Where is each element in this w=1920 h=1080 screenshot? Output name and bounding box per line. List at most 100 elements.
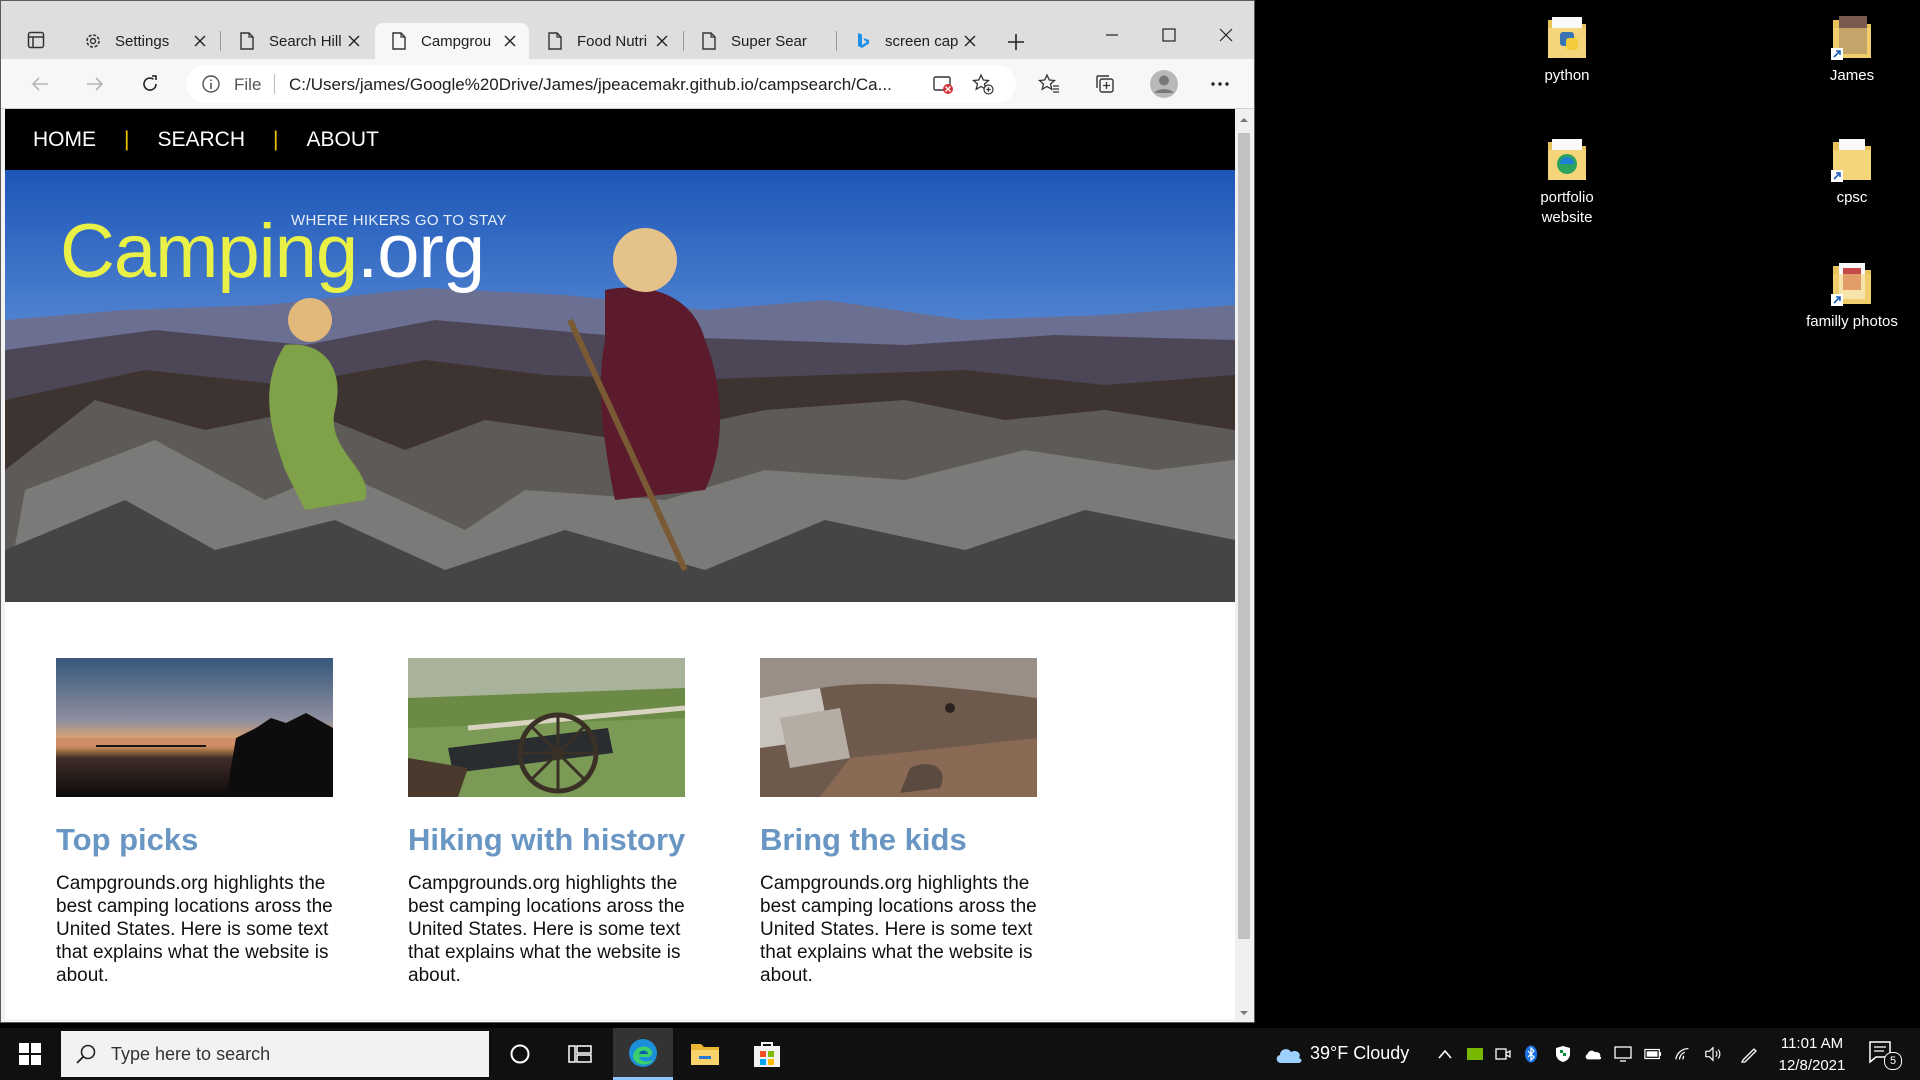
page-icon — [545, 31, 565, 51]
tab-super-search[interactable]: Super Sear — [685, 23, 835, 59]
tab-search-hill[interactable]: Search Hill — [223, 23, 373, 59]
card-title[interactable]: Bring the kids — [760, 822, 1040, 858]
taskbar-file-explorer-button[interactable] — [675, 1028, 735, 1080]
card-title[interactable]: Top picks — [56, 822, 336, 858]
tab-divider — [220, 31, 221, 51]
tab-actions-button[interactable] — [13, 23, 59, 57]
close-tab-icon[interactable] — [653, 32, 671, 50]
tab-title: screen cap — [885, 32, 959, 50]
cortana-button[interactable] — [490, 1028, 550, 1080]
desktop-icon-james[interactable]: James — [1802, 12, 1902, 86]
cortana-icon — [510, 1044, 530, 1064]
tab-campgrounds[interactable]: Campgrou — [375, 23, 529, 59]
refresh-icon — [143, 75, 157, 91]
nav-home-link[interactable]: HOME — [33, 128, 96, 152]
url-text[interactable]: C:/Users/james/Google%20Drive/James/jpea… — [289, 75, 892, 95]
site-logo[interactable]: Camping.org — [60, 208, 485, 295]
meet-now-icon[interactable] — [1494, 1045, 1512, 1063]
notification-center-button[interactable]: 5 — [1868, 1040, 1902, 1070]
desktop-icon-family-photos[interactable]: familly photos — [1802, 258, 1902, 332]
folder-icon — [691, 1044, 719, 1065]
tab-actions-icon — [27, 31, 45, 49]
tab-settings[interactable]: Settings — [69, 23, 219, 59]
more-button[interactable] — [1203, 67, 1237, 101]
onedrive-icon[interactable] — [1584, 1045, 1602, 1063]
info-icon[interactable] — [201, 74, 221, 94]
tracking-button[interactable] — [928, 69, 958, 99]
tab-title: Settings — [115, 32, 170, 50]
star-add-icon — [972, 73, 994, 95]
more-icon — [1211, 82, 1229, 86]
desktop-icon-python[interactable]: python — [1517, 12, 1617, 86]
task-view-button[interactable] — [550, 1028, 610, 1080]
start-button[interactable] — [0, 1028, 60, 1080]
bluetooth-icon[interactable] — [1522, 1045, 1540, 1063]
nav-search-link[interactable]: SEARCH — [157, 128, 245, 152]
rock-shelter-image[interactable] — [760, 658, 1037, 797]
battery-icon[interactable] — [1644, 1045, 1662, 1063]
notification-count-badge: 5 — [1884, 1052, 1902, 1070]
card-text: Campgrounds.org highlights the best camp… — [408, 873, 685, 986]
address-bar[interactable]: File C:/Users/james/Google%20Drive/James… — [186, 65, 1016, 103]
scroll-up-icon[interactable] — [1239, 115, 1249, 125]
tab-food-nutrition[interactable]: Food Nutri — [531, 23, 681, 59]
minimize-button[interactable] — [1084, 15, 1140, 55]
address-divider — [274, 74, 275, 94]
close-tab-icon[interactable] — [191, 32, 209, 50]
taskbar-search-box[interactable]: Type here to search — [61, 1031, 489, 1077]
tab-divider — [683, 31, 684, 51]
back-button[interactable] — [23, 67, 57, 101]
close-tab-icon[interactable] — [345, 32, 363, 50]
desktop-icon-portfolio[interactable]: portfolio website — [1517, 134, 1617, 228]
profile-button[interactable] — [1147, 67, 1181, 101]
taskbar-store-button[interactable] — [737, 1028, 797, 1080]
search-placeholder: Type here to search — [111, 1043, 271, 1064]
page-icon — [389, 31, 409, 51]
maximize-button[interactable] — [1141, 15, 1197, 55]
cloud-weather-icon[interactable] — [1274, 1043, 1304, 1065]
taskbar-edge-button[interactable] — [613, 1028, 673, 1080]
close-window-button[interactable] — [1198, 15, 1254, 55]
card-title[interactable]: Hiking with history — [408, 822, 688, 858]
wifi-icon[interactable] — [1674, 1045, 1692, 1063]
collections-button[interactable] — [1088, 67, 1122, 101]
defender-icon[interactable] — [1554, 1045, 1572, 1063]
favorites-button[interactable] — [1032, 67, 1066, 101]
tab-screen-capture[interactable]: screen cap — [839, 23, 989, 59]
close-tab-icon[interactable] — [961, 32, 979, 50]
scroll-thumb[interactable] — [1238, 133, 1250, 939]
tab-title: Super Sear — [731, 32, 807, 50]
nvidia-tray-icon[interactable] — [1466, 1045, 1484, 1063]
scroll-down-icon[interactable] — [1239, 1008, 1249, 1018]
minimize-icon — [1106, 34, 1118, 36]
plus-icon — [1008, 34, 1024, 50]
collections-icon — [1096, 75, 1114, 93]
cannon-image[interactable] — [408, 658, 686, 797]
refresh-button[interactable] — [133, 67, 167, 101]
system-clock[interactable]: 11:01 AM 12/8/2021 — [1762, 1033, 1862, 1077]
nav-about-link[interactable]: ABOUT — [306, 128, 378, 152]
sunset-image[interactable] — [56, 658, 333, 797]
edge-icon — [629, 1038, 657, 1067]
close-tab-icon[interactable] — [501, 32, 519, 50]
avatar-icon — [1150, 70, 1178, 98]
show-hidden-icons-button[interactable] — [1436, 1045, 1454, 1063]
scheme-label: File — [234, 75, 262, 94]
tab-title: Campgrou — [421, 32, 492, 50]
blocked-media-icon — [933, 76, 953, 94]
desktop-icon-label: familly photos — [1806, 313, 1898, 330]
volume-icon[interactable] — [1704, 1045, 1722, 1063]
new-tab-button[interactable] — [1001, 27, 1031, 57]
display-icon[interactable] — [1614, 1045, 1632, 1063]
desktop-icon-cpsc[interactable]: cpsc — [1802, 134, 1902, 208]
store-icon — [754, 1042, 780, 1067]
page-scrollbar[interactable] — [1235, 109, 1253, 1022]
forward-button[interactable] — [78, 67, 112, 101]
weather-text[interactable]: 39°F Cloudy — [1310, 1043, 1409, 1064]
folder-icon — [1544, 134, 1590, 184]
task-view-icon — [568, 1045, 592, 1063]
logo-main-text: Camping — [60, 209, 358, 294]
add-favorite-button[interactable] — [968, 69, 998, 99]
card-bring-kids: Bring the kids Campgrounds.org highlight… — [760, 658, 1040, 987]
pen-workspace-icon[interactable] — [1740, 1045, 1758, 1063]
